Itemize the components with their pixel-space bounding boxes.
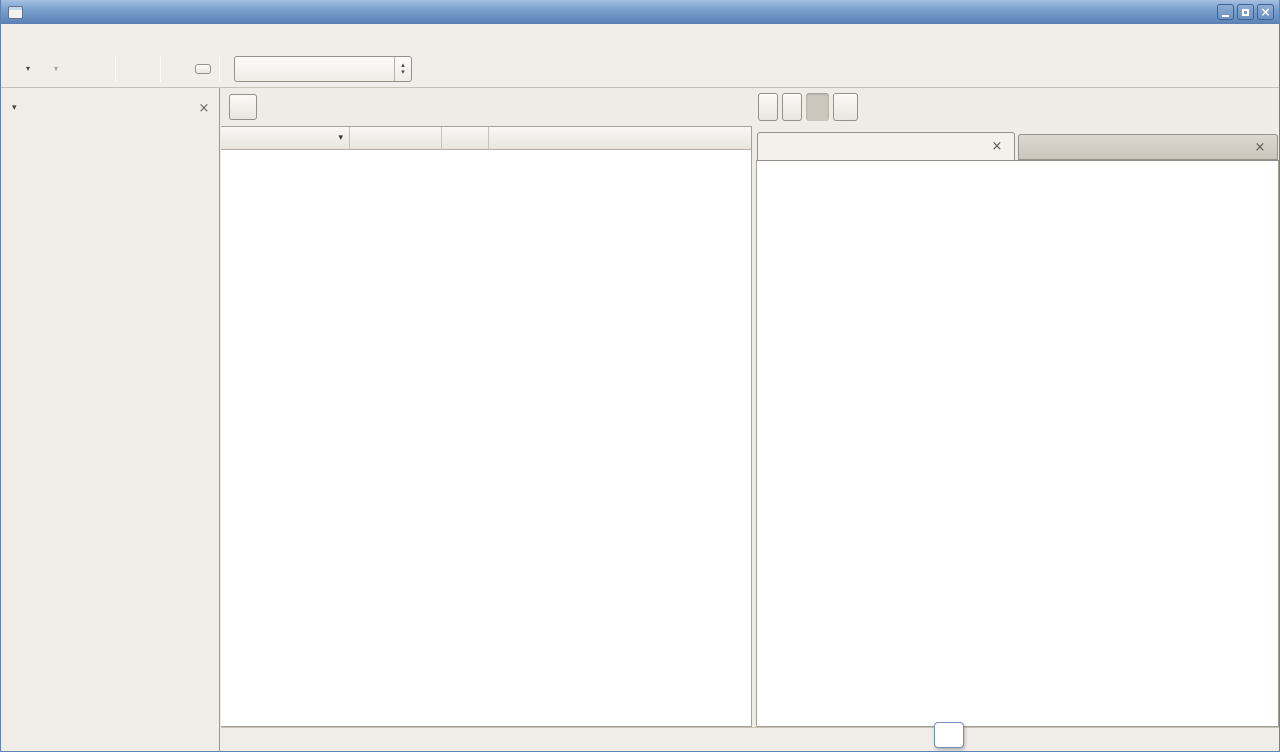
view-mode-select[interactable]: ▴▾ [234,56,412,82]
close-icon: × [1260,6,1270,18]
titlebar[interactable]: × [1,0,1279,24]
pathbar-crumb-ash[interactable] [806,93,829,121]
chevron-down-icon[interactable]: ▾ [12,103,17,113]
icon-view [756,160,1279,727]
minimize-icon [1222,15,1229,17]
close-button[interactable]: × [1257,4,1274,20]
back-button[interactable]: ▾ [9,60,37,77]
maximize-button[interactable] [1237,4,1254,20]
minimize-button[interactable] [1217,4,1234,20]
home-button[interactable] [124,65,138,73]
content: ▾ × [1,88,1279,751]
places-sidebar: ▾ × [1,88,220,751]
forward-button[interactable]: ▾ [37,60,65,77]
column-header-type[interactable] [442,127,489,150]
tab-ash[interactable]: × [757,132,1015,160]
panes: ▾ × [221,126,1279,727]
stop-button[interactable] [79,65,93,73]
statusbar [221,727,1279,751]
menubar [1,24,1279,50]
main-area: ▾ × [221,88,1279,751]
toolbar-separator [160,56,161,82]
toolbar: ▾ ▾ ▴▾ [1,50,1279,88]
tab-close-icon[interactable]: × [989,139,1005,155]
pathbar-crumb-desktop[interactable] [833,93,858,121]
toolbar-separator [219,56,220,82]
pathbar [758,93,858,121]
tab-strip: × × [756,126,1279,160]
pathbar-crumb-home[interactable] [782,93,802,121]
column-header-name[interactable]: ▾ [221,127,350,150]
column-header-date[interactable] [489,127,751,150]
toolbar-separator [115,56,116,82]
tree-body [221,150,751,726]
zoom-in-button[interactable] [195,64,211,74]
pane-location-button[interactable] [229,94,257,120]
sidebar-close-button[interactable]: × [195,99,213,117]
tree-pane: ▾ [221,126,752,727]
tab-close-icon[interactable]: × [1252,139,1268,155]
sort-indicator-icon: ▾ [338,133,343,143]
back-dropdown-icon[interactable]: ▾ [26,64,30,73]
tab-desktop[interactable]: × [1018,134,1278,160]
pathbar-root-button[interactable] [758,93,778,121]
sidebar-header: ▾ × [9,96,213,120]
maximize-icon [1242,9,1249,16]
reload-button[interactable] [93,65,107,73]
file-browser-window: × ▾ ▾ ▴▾ [0,0,1280,752]
computer-button[interactable] [138,65,152,73]
up-button[interactable] [65,65,79,73]
spinner-arrows-icon[interactable]: ▴▾ [394,57,411,81]
tab-pane: × × [756,126,1279,727]
window-icon [8,6,23,19]
column-header-size[interactable] [350,127,442,150]
tree-header: ▾ [221,127,751,150]
taskbar-tooltip [934,722,964,748]
zoom-out-button[interactable] [169,65,183,73]
search-button[interactable] [426,65,440,73]
forward-dropdown-icon: ▾ [54,64,58,73]
